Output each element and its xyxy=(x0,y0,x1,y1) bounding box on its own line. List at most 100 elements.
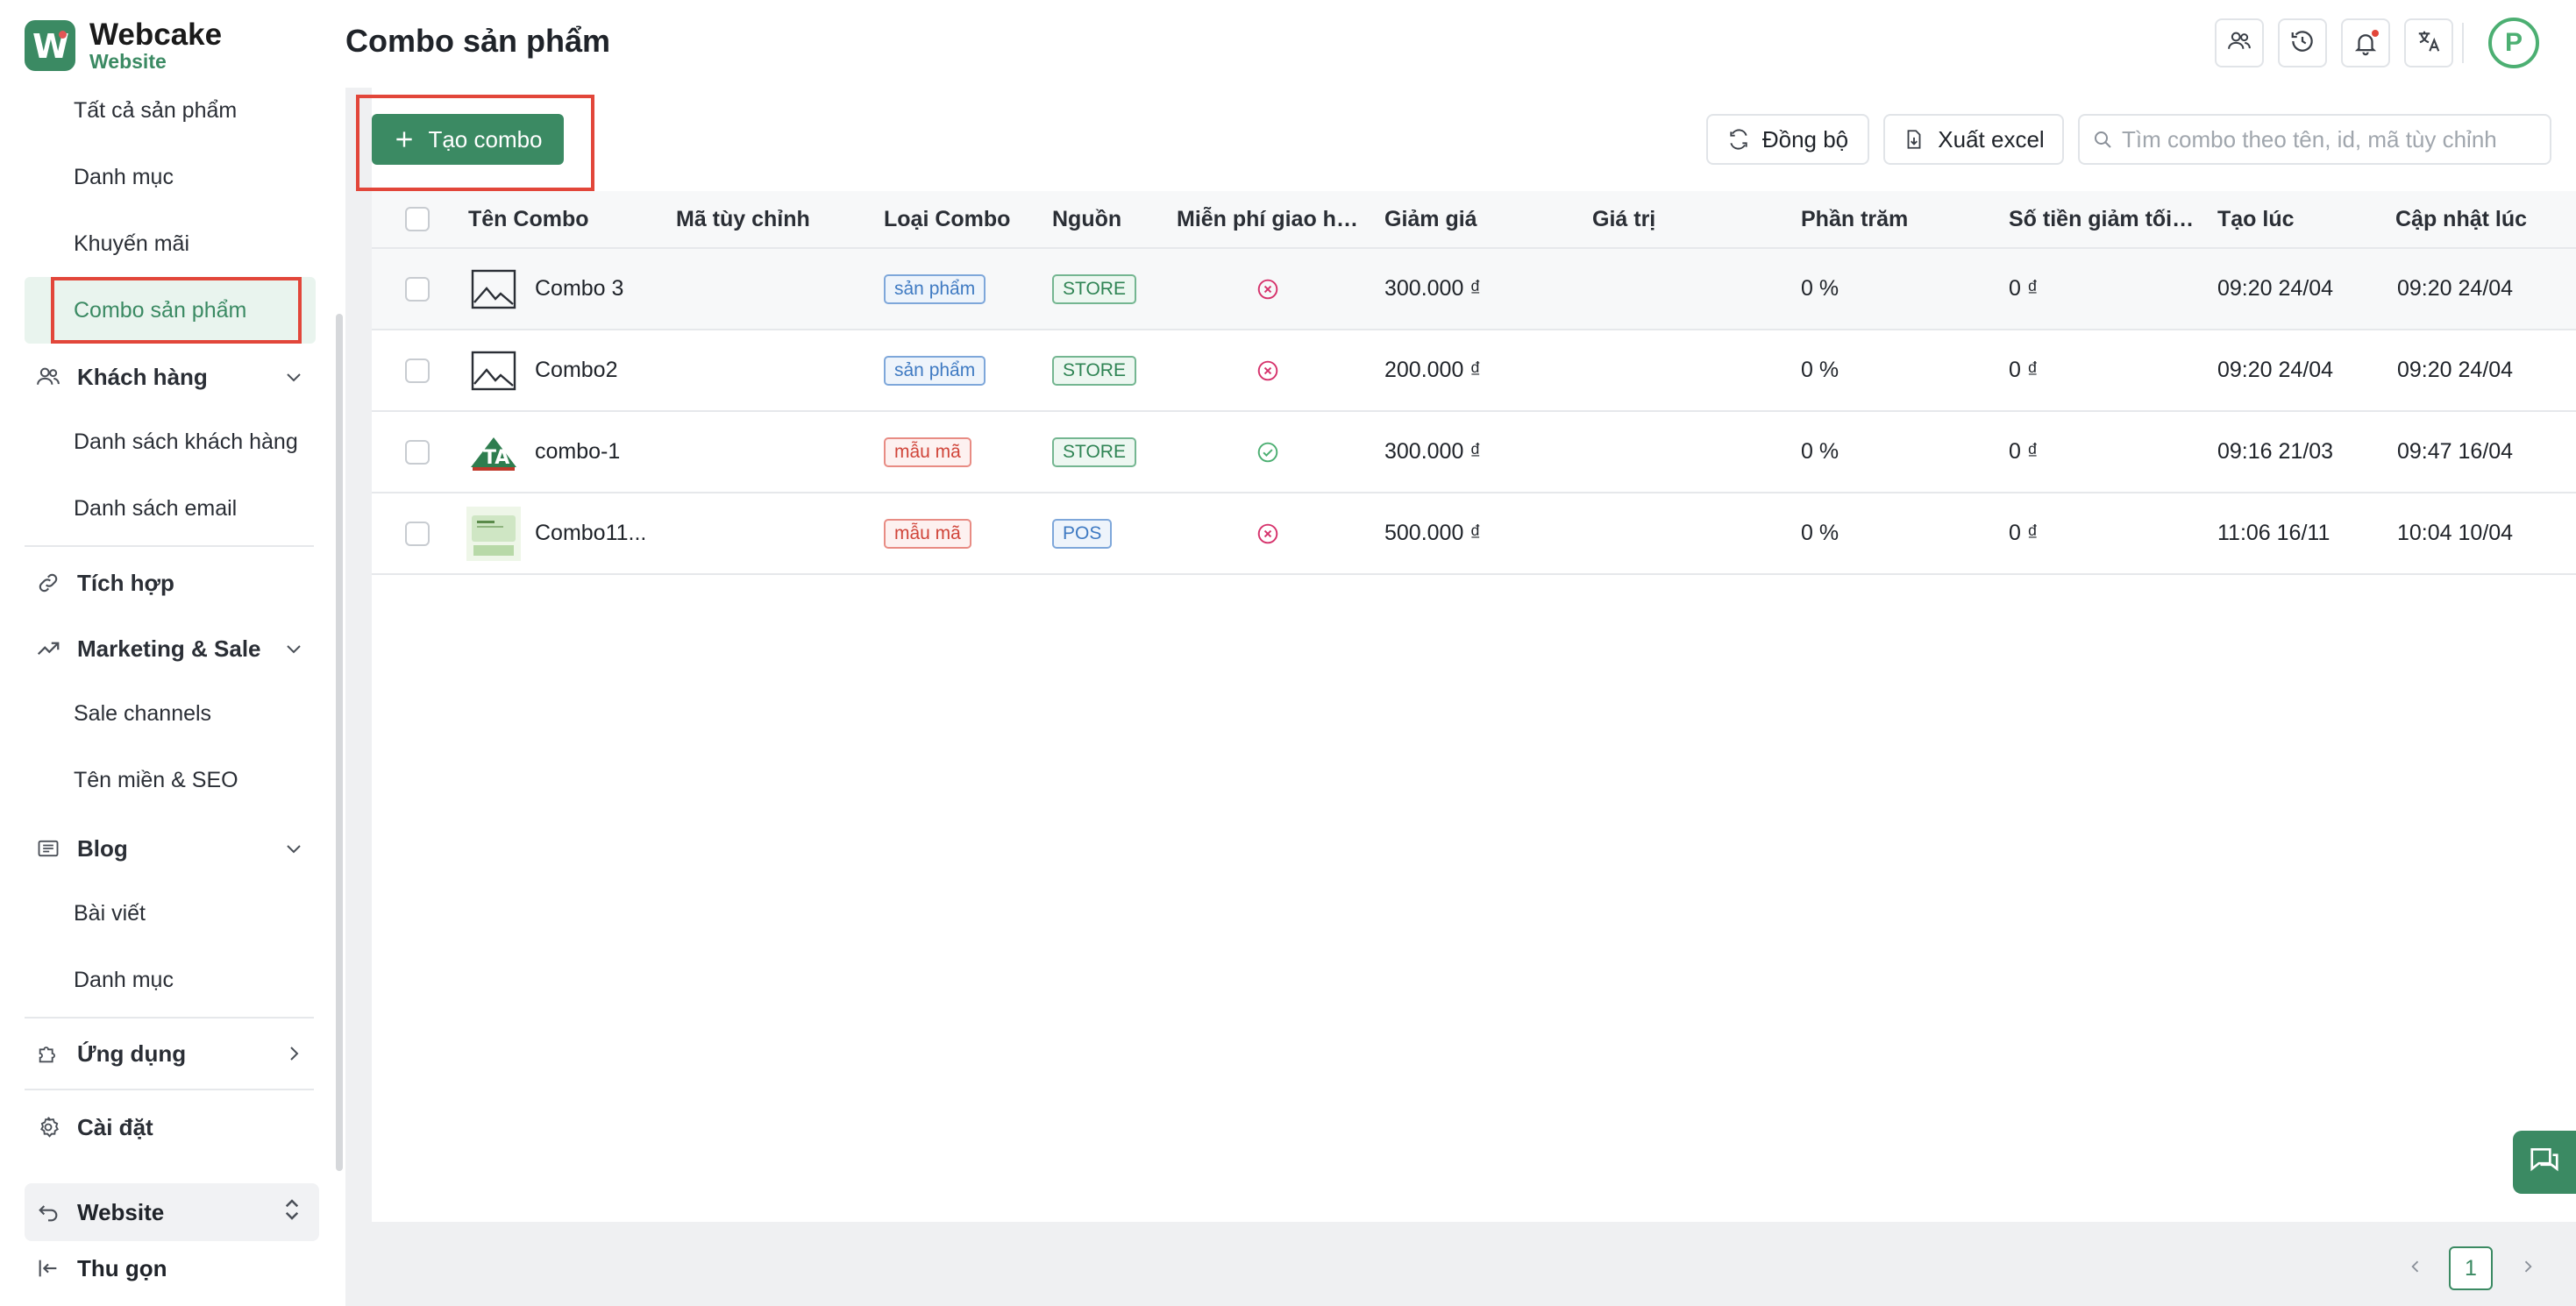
row-checkbox[interactable] xyxy=(405,358,430,383)
translate-icon xyxy=(2416,28,2442,59)
app-logo[interactable]: W Webcake Website xyxy=(25,19,222,72)
sidebar-item-posts[interactable]: Bài viết xyxy=(74,901,146,926)
column-header-combo-type[interactable]: Loại Combo xyxy=(884,207,1042,232)
export-excel-button[interactable]: Xuất excel xyxy=(1883,114,2064,165)
history-icon xyxy=(2289,28,2316,59)
sidebar-item-email-list[interactable]: Danh sách email xyxy=(74,496,237,522)
created-time: 09:20 24/04 xyxy=(2217,276,2334,301)
sidebar-item-settings-label: Cài đặt xyxy=(77,1113,153,1140)
sidebar-group-blog-label: Blog xyxy=(77,834,128,862)
column-header-custom-code[interactable]: Mã tùy chỉnh xyxy=(676,207,869,232)
sidebar-item-apps[interactable]: Ứng dụng xyxy=(33,1036,305,1071)
column-header-free-shipping[interactable]: Miễn phí giao hà... xyxy=(1177,207,1363,232)
source-badge: POS xyxy=(1052,518,1113,549)
discount-value: 300.000 ₫ xyxy=(1384,276,1482,301)
table-row[interactable]: Combo2 sản phẩm STORE 200.000 ₫ 0 % 0 ₫ 09:20 … xyxy=(372,330,2576,412)
chevron-right-icon xyxy=(282,1042,305,1065)
search-input[interactable] xyxy=(2120,124,2536,154)
image-placeholder-icon xyxy=(466,344,521,398)
combo-name[interactable]: Combo2 xyxy=(535,330,618,410)
collapse-sidebar-button[interactable]: Thu gọn xyxy=(33,1253,167,1283)
chevron-down-icon xyxy=(282,837,305,860)
max-discount-value: 0 ₫ xyxy=(2009,358,2039,382)
updated-time: 10:04 10/04 xyxy=(2397,521,2514,545)
column-header-source[interactable]: Nguồn xyxy=(1052,207,1157,232)
check-circle-icon xyxy=(1256,441,1279,464)
svg-text:TA: TA xyxy=(483,447,509,469)
sidebar-item-all-products[interactable]: Tất cả sản phẩm xyxy=(74,98,237,124)
created-time: 09:20 24/04 xyxy=(2217,358,2334,382)
table-row[interactable]: Combo 3 sản phẩm STORE 300.000 ₫ 0 % 0 ₫ 09:20… xyxy=(372,249,2576,330)
pagination-next-button[interactable] xyxy=(2506,1246,2550,1290)
column-header-discount[interactable]: Giảm giá xyxy=(1384,207,1577,232)
table-row[interactable]: TA combo-1 mẫu mã STORE 300.000 ₫ 0 % 0 ₫ 09:16… xyxy=(372,412,2576,493)
history-button[interactable] xyxy=(2278,18,2327,67)
page-title: Combo sản phẩm xyxy=(345,23,611,59)
users-icon xyxy=(2226,28,2252,59)
sidebar-group-customers[interactable]: Khách hàng xyxy=(33,359,305,394)
avatar[interactable]: P xyxy=(2488,18,2539,68)
search-box[interactable] xyxy=(2078,114,2551,165)
pagination-prev-button[interactable] xyxy=(2394,1246,2437,1290)
sidebar-group-marketing-label: Marketing & Sale xyxy=(77,635,261,662)
select-all-checkbox[interactable] xyxy=(405,207,430,231)
discount-value: 300.000 ₫ xyxy=(1384,439,1482,464)
sidebar-scrollbar[interactable] xyxy=(336,314,343,1171)
bell-icon xyxy=(2352,30,2379,56)
sidebar-item-product-categories[interactable]: Danh mục xyxy=(74,165,174,190)
ta-logo-thumbnail: TA xyxy=(466,425,521,479)
sync-icon xyxy=(1727,128,1750,151)
sync-label: Đồng bộ xyxy=(1761,125,1849,153)
combo-name[interactable]: Combo 3 xyxy=(535,249,623,329)
website-switcher[interactable]: Website xyxy=(25,1183,319,1241)
sidebar-divider xyxy=(25,1089,314,1090)
row-checkbox[interactable] xyxy=(405,276,430,302)
file-download-icon xyxy=(1903,128,1925,151)
row-checkbox[interactable] xyxy=(405,521,430,546)
combo-type-badge: mẫu mã xyxy=(884,437,971,467)
combo-type-badge: sản phẩm xyxy=(884,355,986,386)
table-header: Tên Combo Mã tùy chỉnh Loại Combo Nguồn … xyxy=(372,191,2576,249)
sidebar-item-integration[interactable]: Tích hợp xyxy=(33,565,305,600)
chat-support-button[interactable] xyxy=(2513,1131,2576,1194)
created-time: 11:06 16/11 xyxy=(2217,521,2330,545)
percent-value: 0 % xyxy=(1801,358,1839,382)
sidebar-item-settings[interactable]: Cài đặt xyxy=(33,1110,305,1145)
combo-name[interactable]: Combo11... xyxy=(535,493,646,573)
undo-icon xyxy=(33,1197,63,1227)
highlight-frame-create xyxy=(356,95,594,191)
sidebar-item-promotions[interactable]: Khuyến mãi xyxy=(74,231,189,257)
column-header-updated[interactable]: Cập nhật lúc xyxy=(2395,207,2571,232)
notifications-button[interactable] xyxy=(2341,18,2390,67)
row-checkbox[interactable] xyxy=(405,439,430,465)
column-header-max-discount[interactable]: Số tiền giảm tối ... xyxy=(2009,207,2195,232)
created-time: 09:16 21/03 xyxy=(2217,439,2334,464)
column-header-percent[interactable]: Phần trăm xyxy=(1801,207,1994,232)
language-button[interactable] xyxy=(2404,18,2453,67)
table-row[interactable]: Combo11... mẫu mã POS 500.000 ₫ 0 % 0 ₫ 11:06 … xyxy=(372,493,2576,575)
sidebar-group-marketing[interactable]: Marketing & Sale xyxy=(33,631,305,666)
sidebar-item-sale-channels[interactable]: Sale channels xyxy=(74,701,211,727)
updated-time: 09:20 24/04 xyxy=(2397,358,2514,382)
chevron-left-icon xyxy=(2407,1256,2424,1281)
pagination-page-current[interactable]: 1 xyxy=(2449,1246,2493,1290)
sidebar-item-domain-seo[interactable]: Tên miền & SEO xyxy=(74,768,238,793)
x-circle-icon xyxy=(1256,278,1279,301)
combo-name[interactable]: combo-1 xyxy=(535,412,620,492)
product-photo-thumbnail xyxy=(466,506,521,561)
chevron-down-icon xyxy=(282,637,305,660)
sidebar-item-customer-list[interactable]: Danh sách khách hàng xyxy=(74,429,298,455)
link-icon xyxy=(33,568,63,598)
sync-button[interactable]: Đồng bộ xyxy=(1706,114,1869,165)
sidebar-item-blog-categories[interactable]: Danh mục xyxy=(74,968,174,993)
sidebar: W Webcake Website Tất cả sản phẩm Danh m… xyxy=(0,0,345,1306)
users-button[interactable] xyxy=(2215,18,2264,67)
chevron-down-icon xyxy=(282,366,305,388)
column-header-name[interactable]: Tên Combo xyxy=(468,207,661,232)
export-excel-label: Xuất excel xyxy=(1938,125,2045,153)
sidebar-group-blog[interactable]: Blog xyxy=(33,831,305,866)
column-header-value[interactable]: Giá trị xyxy=(1592,207,1785,232)
percent-value: 0 % xyxy=(1801,439,1839,464)
column-header-created[interactable]: Tạo lúc xyxy=(2217,207,2384,232)
logo-subtitle: Website xyxy=(89,50,167,73)
